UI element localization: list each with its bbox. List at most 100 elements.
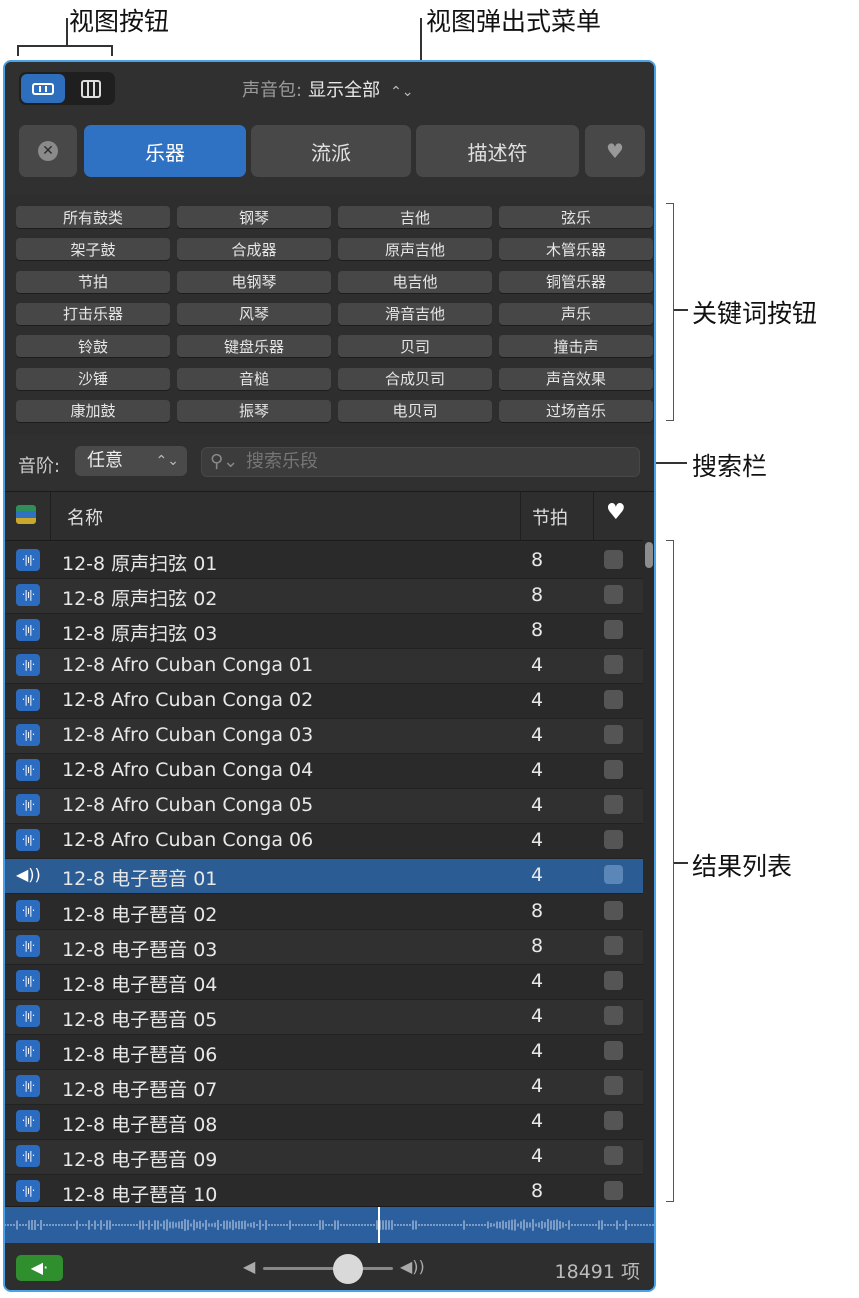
keyword-button[interactable]: 电吉他 [338,270,492,293]
favorite-checkbox[interactable] [604,900,623,920]
keyword-button[interactable]: 康加鼓 [16,399,170,422]
callout-bracket-keywords [666,203,674,421]
column-view-button[interactable] [69,74,113,103]
table-row[interactable]: ·|ı|· 12-8 Afro Cuban Conga 06 4 [5,823,654,860]
favorite-checkbox[interactable] [604,1040,623,1060]
favorite-checkbox[interactable] [604,725,623,745]
favorite-checkbox[interactable] [604,585,623,605]
tab-instruments[interactable]: 乐器 [84,125,246,177]
favorite-checkbox[interactable] [604,1145,623,1165]
keyword-button[interactable]: 弦乐 [499,206,653,228]
favorites-button[interactable]: ♥ [585,125,645,177]
table-row[interactable]: ·|ı|· 12-8 Afro Cuban Conga 04 4 [5,753,654,790]
volume-slider-track[interactable] [263,1267,393,1270]
keyword-button[interactable]: 合成贝司 [338,367,492,390]
favorite-checkbox[interactable] [604,1110,623,1130]
favorite-checkbox[interactable] [604,865,623,885]
keyword-button[interactable]: 过场音乐 [499,399,653,422]
keyword-button[interactable]: 风琴 [177,302,331,325]
table-row[interactable]: ·|ı|· 12-8 电子琶音 03 8 [5,928,654,965]
keyword-button[interactable]: 所有鼓类 [16,206,170,228]
keyword-button[interactable]: 声音效果 [499,367,653,390]
keyword-button[interactable]: 撞击声 [499,335,653,358]
table-row[interactable]: ·|ı|· 12-8 电子琶音 06 4 [5,1033,654,1070]
column-divider [520,492,521,540]
scale-popup[interactable]: 任意 ⌃⌄ [75,446,187,476]
table-row[interactable]: ·|ı|· 12-8 原声扫弦 03 8 [5,613,654,650]
keyword-button[interactable]: 滑音吉他 [338,302,492,325]
table-row[interactable]: ·|ı|· 12-8 电子琶音 09 4 [5,1138,654,1175]
column-header-name[interactable]: 名称 [67,504,103,530]
keyword-button[interactable]: 铜管乐器 [499,270,653,293]
tab-descriptors[interactable]: 描述符 [416,125,579,177]
keyword-button[interactable]: 铃鼓 [16,335,170,358]
keyword-button[interactable]: 钢琴 [177,206,331,228]
clear-icon: ✕ [38,141,58,161]
keyword-button[interactable]: 贝司 [338,335,492,358]
table-row[interactable]: ◀)) 12-8 电子琶音 01 4 [5,858,654,895]
keyword-button[interactable]: 电钢琴 [177,270,331,293]
keyword-grid: 所有鼓类 钢琴 吉他 弦乐架子鼓 合成器 原声吉他 木管乐器节拍 电钢琴 电吉他 铜管乐器打击乐器… [5,195,654,436]
search-field[interactable]: ⚲⌄ [201,447,640,477]
keyword-button[interactable]: 电贝司 [338,399,492,422]
table-row[interactable]: ·|ı|· 12-8 电子琶音 10 8 [5,1173,654,1204]
keyword-button[interactable]: 打击乐器 [16,302,170,325]
loop-name: 12-8 Afro Cuban Conga 03 [62,724,314,747]
loop-name: 12-8 Afro Cuban Conga 02 [62,689,314,712]
table-row[interactable]: ·|ı|· 12-8 电子琶音 07 4 [5,1068,654,1105]
table-row[interactable]: ·|ı|· 12-8 原声扫弦 02 8 [5,578,654,615]
table-row[interactable]: ·|ı|· 12-8 电子琶音 02 8 [5,893,654,930]
favorite-checkbox[interactable] [604,690,623,710]
table-row[interactable]: ·|ı|· 12-8 Afro Cuban Conga 05 4 [5,788,654,825]
results-list: ·|ı|· 12-8 电子琶音 10 8 ·|ı|· 12-8 电子琶音 09 4 ·|ı|… [5,540,654,1204]
table-row[interactable]: ·|ı|· 12-8 Afro Cuban Conga 01 4 [5,648,654,685]
search-input[interactable] [244,450,608,473]
favorite-checkbox[interactable] [604,760,623,780]
keyword-button[interactable]: 振琴 [177,399,331,422]
keyword-button[interactable]: 木管乐器 [499,238,653,261]
favorite-checkbox[interactable] [604,795,623,815]
favorite-checkbox[interactable] [604,935,623,955]
keyword-button[interactable]: 吉他 [338,206,492,228]
audio-loop-icon: ·|ı|· [16,689,40,712]
keyword-button[interactable]: 原声吉他 [338,238,492,261]
scroll-thumb[interactable] [645,542,653,568]
favorite-checkbox[interactable] [604,620,623,640]
table-row[interactable]: ·|ı|· 12-8 原声扫弦 01 8 [5,543,654,579]
waveform-preview[interactable] [5,1206,654,1243]
keyword-button[interactable]: 声乐 [499,302,653,325]
favorite-checkbox[interactable] [604,550,623,569]
keyword-button[interactable]: 音槌 [177,367,331,390]
view-popup-menu[interactable]: 声音包: 显示全部 ⌃⌄ [242,76,414,102]
keyword-button[interactable]: 合成器 [177,238,331,261]
table-row[interactable]: ·|ı|· 12-8 电子琶音 05 4 [5,998,654,1035]
column-header-favorite[interactable]: ♥ [606,500,626,525]
reset-keywords-button[interactable]: ✕ [19,125,77,177]
preview-play-button[interactable]: ◀· [16,1255,63,1281]
column-header-beats[interactable]: 节拍 [532,504,568,530]
table-row[interactable]: ·|ı|· 12-8 Afro Cuban Conga 02 4 [5,683,654,720]
table-row[interactable]: ·|ı|· 12-8 电子琶音 04 4 [5,963,654,1000]
table-row[interactable]: ·|ı|· 12-8 电子琶音 08 4 [5,1103,654,1140]
favorite-checkbox[interactable] [604,970,623,990]
favorite-checkbox[interactable] [604,1075,623,1095]
button-view-button[interactable] [21,74,65,103]
list-scrollbar[interactable] [643,540,654,1204]
tab-genre[interactable]: 流派 [251,125,411,177]
audio-loop-icon: ·|ı|· [16,1109,40,1132]
keyword-button[interactable]: 沙锤 [16,367,170,390]
keyword-button[interactable]: 节拍 [16,270,170,293]
keyword-button[interactable]: 键盘乐器 [177,335,331,358]
color-key-icon[interactable] [16,505,36,524]
favorite-checkbox[interactable] [604,1005,623,1025]
callout-line [674,309,688,311]
favorite-checkbox[interactable] [604,655,623,675]
volume-slider-knob[interactable] [332,1254,363,1284]
table-row[interactable]: ·|ı|· 12-8 Afro Cuban Conga 03 4 [5,718,654,755]
favorite-checkbox[interactable] [604,830,623,850]
loop-name: 12-8 原声扫弦 03 [62,623,218,646]
list-header: 名称 节拍 ♥ [5,492,654,541]
favorite-checkbox[interactable] [604,1180,623,1200]
loop-beats: 4 [531,864,544,887]
keyword-button[interactable]: 架子鼓 [16,238,170,261]
